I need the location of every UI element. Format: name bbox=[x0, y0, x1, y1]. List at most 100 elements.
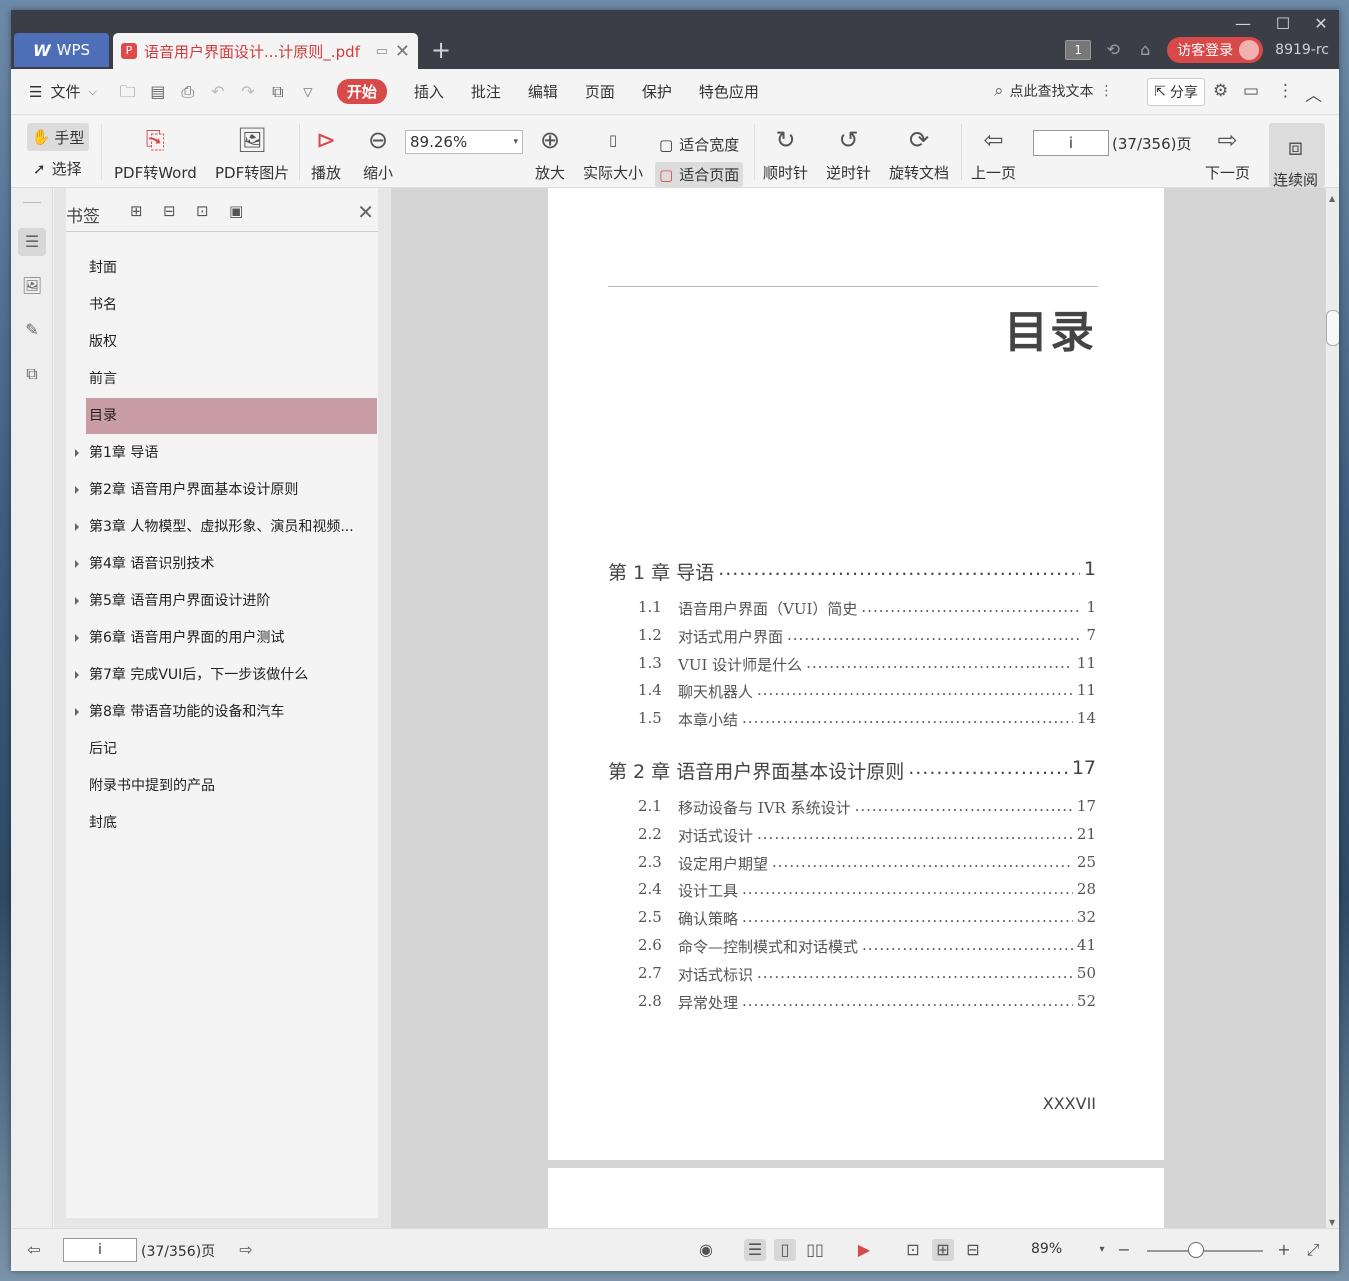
toc-section-row[interactable]: 2.7 对话式标识 50 bbox=[638, 964, 1096, 985]
bookmark-item[interactable]: 封面 bbox=[86, 250, 377, 286]
toc-section-row[interactable]: 2.3 设定用户期望 25 bbox=[638, 853, 1096, 874]
bookmark-item[interactable]: 附录书中提到的产品 bbox=[86, 768, 377, 804]
close-tab-icon[interactable]: ✕ bbox=[395, 41, 410, 62]
bookmark-item[interactable]: 第7章 完成VUI后，下一步该做什么 bbox=[86, 657, 377, 693]
share-button[interactable]: ⇱ 分享 bbox=[1147, 78, 1205, 106]
bookmark-panel-icon[interactable]: ☰ bbox=[18, 228, 46, 256]
bookmark-item[interactable]: 书名 bbox=[86, 287, 377, 323]
continuous-view-icon[interactable]: ☰ bbox=[744, 1239, 766, 1261]
toc-section-row[interactable]: 1.4 聊天机器人 11 bbox=[638, 681, 1096, 702]
tab-document[interactable]: P 语音用户界面设计...计原则_.pdf ▭ ✕ bbox=[113, 33, 418, 69]
comment-icon[interactable]: ▭ bbox=[1243, 81, 1259, 101]
vertical-scrollbar[interactable]: ▲ ▼ bbox=[1326, 188, 1339, 1228]
zoom-dropdown-icon[interactable]: ▾ bbox=[1091, 1239, 1113, 1261]
toc-chapter-row[interactable]: 第 1 章 导语 1 bbox=[608, 558, 1096, 585]
hand-tool-button[interactable]: ✋ 手型 bbox=[27, 123, 89, 151]
eye-protection-icon[interactable]: ◉ bbox=[695, 1239, 717, 1261]
zoom-slider-knob[interactable] bbox=[1188, 1242, 1204, 1258]
toc-chapter-row[interactable]: 第 2 章 语音用户界面基本设计原则 17 bbox=[608, 757, 1096, 784]
save-icon[interactable]: ▤ bbox=[147, 81, 169, 103]
page-number-input[interactable]: i bbox=[1033, 130, 1109, 156]
sync-icon[interactable]: ⟲ bbox=[1103, 40, 1123, 60]
fit-width-button[interactable]: ▢ 适合宽度 bbox=[655, 132, 743, 157]
tab-edit[interactable]: 编辑 bbox=[528, 81, 558, 102]
guest-login-button[interactable]: 访客登录 bbox=[1167, 37, 1264, 63]
undo-icon[interactable]: ↶ bbox=[207, 81, 229, 103]
open-folder-icon[interactable]: 🗀 bbox=[117, 81, 139, 103]
pdf-to-image-button[interactable]: 🖼 PDF转图片 bbox=[215, 116, 289, 183]
bookmark-item[interactable]: 第2章 语音用户界面基本设计原则 bbox=[86, 472, 377, 508]
minimize-button[interactable]: — bbox=[1223, 10, 1263, 36]
status-next-page-icon[interactable]: ⇨ bbox=[235, 1239, 257, 1261]
actual-size-button[interactable]: ▯ 实际大小 bbox=[583, 116, 643, 183]
status-zoom-out-icon[interactable]: − bbox=[1113, 1239, 1135, 1261]
toc-section-row[interactable]: 1.2 对话式用户界面 7 bbox=[638, 626, 1096, 647]
toc-section-row[interactable]: 2.2 对话式设计 21 bbox=[638, 825, 1096, 846]
export-image-icon[interactable]: ⧉ bbox=[267, 81, 289, 103]
find-text-box[interactable]: ⌕ 点此查找文本 ⋮ bbox=[994, 81, 1114, 101]
single-page-view-icon[interactable]: ▯ bbox=[774, 1239, 796, 1261]
zoom-slider-track[interactable] bbox=[1147, 1250, 1263, 1252]
toc-section-row[interactable]: 2.5 确认策略 32 bbox=[638, 908, 1096, 929]
two-page-view-icon[interactable]: ▯▯ bbox=[804, 1239, 826, 1261]
bookmark-item[interactable]: 后记 bbox=[86, 731, 377, 767]
expand-bookmark-icon[interactable]: ⊡ bbox=[196, 202, 209, 220]
bookmark-item[interactable]: 版权 bbox=[86, 324, 377, 360]
toc-section-row[interactable]: 1.5 本章小结 14 bbox=[638, 709, 1096, 730]
toc-section-row[interactable]: 1.3 VUI 设计师是什么 11 bbox=[638, 654, 1096, 675]
thumbnail-icon[interactable]: 🖼 bbox=[18, 272, 46, 300]
scrollbar-thumb[interactable] bbox=[1326, 310, 1339, 346]
toc-section-row[interactable]: 2.8 异常处理 52 bbox=[638, 992, 1096, 1013]
toc-section-row[interactable]: 2.6 命令—控制模式和对话模式 41 bbox=[638, 936, 1096, 957]
toc-section-row[interactable]: 2.1 移动设备与 IVR 系统设计 17 bbox=[638, 797, 1096, 818]
expand-caret-icon[interactable] bbox=[75, 560, 79, 568]
tab-wps-home[interactable]: W WPS bbox=[14, 33, 109, 67]
bookmark-item[interactable]: 第4章 语音识别技术 bbox=[86, 546, 377, 582]
new-tab-button[interactable]: + bbox=[431, 37, 451, 63]
close-window-button[interactable]: ✕ bbox=[1301, 10, 1339, 36]
previous-page-button[interactable]: ⇦ 上一页 bbox=[971, 116, 1016, 183]
fullscreen-icon[interactable]: ⤢ bbox=[1302, 1239, 1324, 1261]
signature-icon[interactable]: ⧉ bbox=[18, 360, 46, 388]
file-menu-button[interactable]: ☰ 文件 ⌵ bbox=[11, 81, 97, 102]
status-zoom-value[interactable]: 89% bbox=[1031, 1241, 1062, 1257]
collapse-ribbon-icon[interactable]: ︿ bbox=[1305, 81, 1322, 106]
fit-page-button[interactable]: ▢ 适合页面 bbox=[655, 162, 744, 187]
more-options-icon[interactable]: ⋮ bbox=[1277, 81, 1294, 101]
expand-caret-icon[interactable] bbox=[75, 597, 79, 605]
toc-section-row[interactable]: 1.1 语音用户界面（VUI）简史 1 bbox=[638, 598, 1096, 619]
expand-caret-icon[interactable] bbox=[75, 708, 79, 716]
expand-caret-icon[interactable] bbox=[75, 523, 79, 531]
print-icon[interactable]: ⎙ bbox=[177, 81, 199, 103]
tab-protect[interactable]: 保护 bbox=[642, 81, 672, 102]
expand-caret-icon[interactable] bbox=[75, 634, 79, 642]
tab-special-apps[interactable]: 特色应用 bbox=[699, 81, 759, 102]
add-bookmark-icon[interactable]: ⊞ bbox=[130, 202, 143, 220]
bookmark-item[interactable]: 封底 bbox=[86, 805, 377, 841]
skin-shirt-icon[interactable]: ⌂ bbox=[1135, 40, 1155, 60]
scroll-down-icon[interactable]: ▼ bbox=[1329, 1218, 1335, 1227]
annotation-pen-icon[interactable]: ✎ bbox=[18, 316, 46, 344]
tab-page[interactable]: 页面 bbox=[585, 81, 615, 102]
play-button[interactable]: ⊳ 播放 bbox=[311, 116, 341, 183]
window-count-badge[interactable]: 1 bbox=[1065, 40, 1092, 60]
slideshow-play-icon[interactable]: ▶ bbox=[853, 1239, 875, 1261]
tab-insert[interactable]: 插入 bbox=[414, 81, 444, 102]
bookmark-item[interactable]: 第1章 导语 bbox=[86, 435, 377, 471]
rotate-counter-clockwise-button[interactable]: ↺ 逆时针 bbox=[826, 116, 871, 183]
maximize-button[interactable]: ☐ bbox=[1263, 10, 1303, 36]
monitor-icon[interactable]: ▭ bbox=[376, 44, 388, 59]
more-vertical-icon[interactable]: ⋮ bbox=[1100, 83, 1114, 99]
tab-annotate[interactable]: 批注 bbox=[471, 81, 501, 102]
document-viewport[interactable]: 目录 第 1 章 导语 1 1.1 语音用户界面（VUI）简史 1 1.2 对话式用户界面 7… bbox=[391, 188, 1326, 1228]
actual-size-status-icon[interactable]: ⊡ bbox=[902, 1239, 924, 1261]
toc-section-row[interactable]: 2.4 设计工具 28 bbox=[638, 880, 1096, 901]
select-tool-button[interactable]: ➚ 选择 bbox=[33, 158, 82, 179]
zoom-level-select[interactable]: 89.26% ▾ bbox=[405, 130, 523, 154]
add-sub-bookmark-icon[interactable]: ⊟ bbox=[163, 202, 176, 220]
zoom-out-button[interactable]: ⊖ 缩小 bbox=[363, 116, 393, 183]
bookmark-item[interactable]: 第8章 带语音功能的设备和汽车 bbox=[86, 694, 377, 730]
bookmark-item[interactable]: 前言 bbox=[86, 361, 377, 397]
pdf-to-word-button[interactable]: ⎘ PDF转Word bbox=[114, 116, 197, 183]
zoom-in-button[interactable]: ⊕ 放大 bbox=[535, 116, 565, 183]
